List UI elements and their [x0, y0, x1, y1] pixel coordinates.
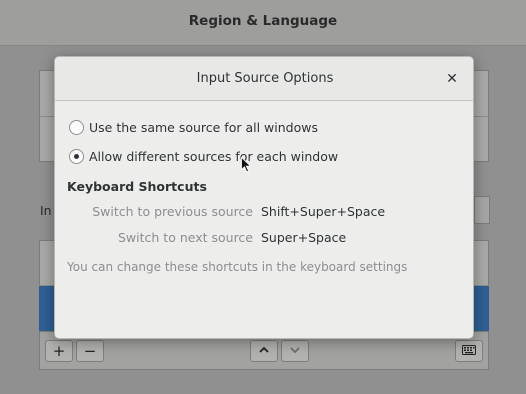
next-source-shortcut: Super+Space — [261, 230, 347, 245]
mouse-pointer-icon — [241, 157, 252, 173]
previous-source-label: Switch to previous source — [92, 204, 253, 219]
move-down-button[interactable] — [281, 340, 309, 362]
dialog-header: Input Source Options ✕ — [55, 57, 473, 101]
options-button[interactable] — [474, 196, 490, 224]
remove-input-source-button[interactable]: − — [76, 340, 104, 362]
close-icon: ✕ — [446, 71, 458, 87]
keyboard-icon — [462, 345, 476, 355]
input-sources-label: In — [40, 203, 52, 218]
window-title: Region & Language — [188, 13, 338, 29]
move-up-button[interactable] — [250, 340, 278, 362]
previous-source-shortcut: Shift+Super+Space — [261, 204, 386, 219]
input-source-options-dialog: Input Source Options ✕ Use the same sour… — [54, 56, 474, 339]
chevron-down-icon — [290, 347, 300, 354]
next-source-label: Switch to next source — [118, 230, 253, 245]
show-keyboard-layout-button[interactable] — [455, 340, 483, 362]
close-button[interactable]: ✕ — [441, 68, 463, 90]
dialog-title: Input Source Options — [196, 71, 334, 86]
option-label: Allow different sources for each window — [89, 148, 339, 164]
different-sources-option[interactable]: Allow different sources for each window — [69, 146, 338, 166]
shortcuts-hint: You can change these shortcuts in the ke… — [67, 260, 408, 274]
keyboard-shortcuts-heading: Keyboard Shortcuts — [67, 179, 207, 194]
add-input-source-button[interactable]: + — [45, 340, 73, 362]
radio-button[interactable] — [69, 119, 84, 135]
chevron-up-icon — [259, 346, 269, 353]
same-source-option[interactable]: Use the same source for all windows — [69, 117, 318, 137]
option-label: Use the same source for all windows — [89, 119, 318, 135]
header-bar: Region & Language — [0, 0, 526, 46]
radio-button-checked[interactable] — [69, 148, 84, 164]
